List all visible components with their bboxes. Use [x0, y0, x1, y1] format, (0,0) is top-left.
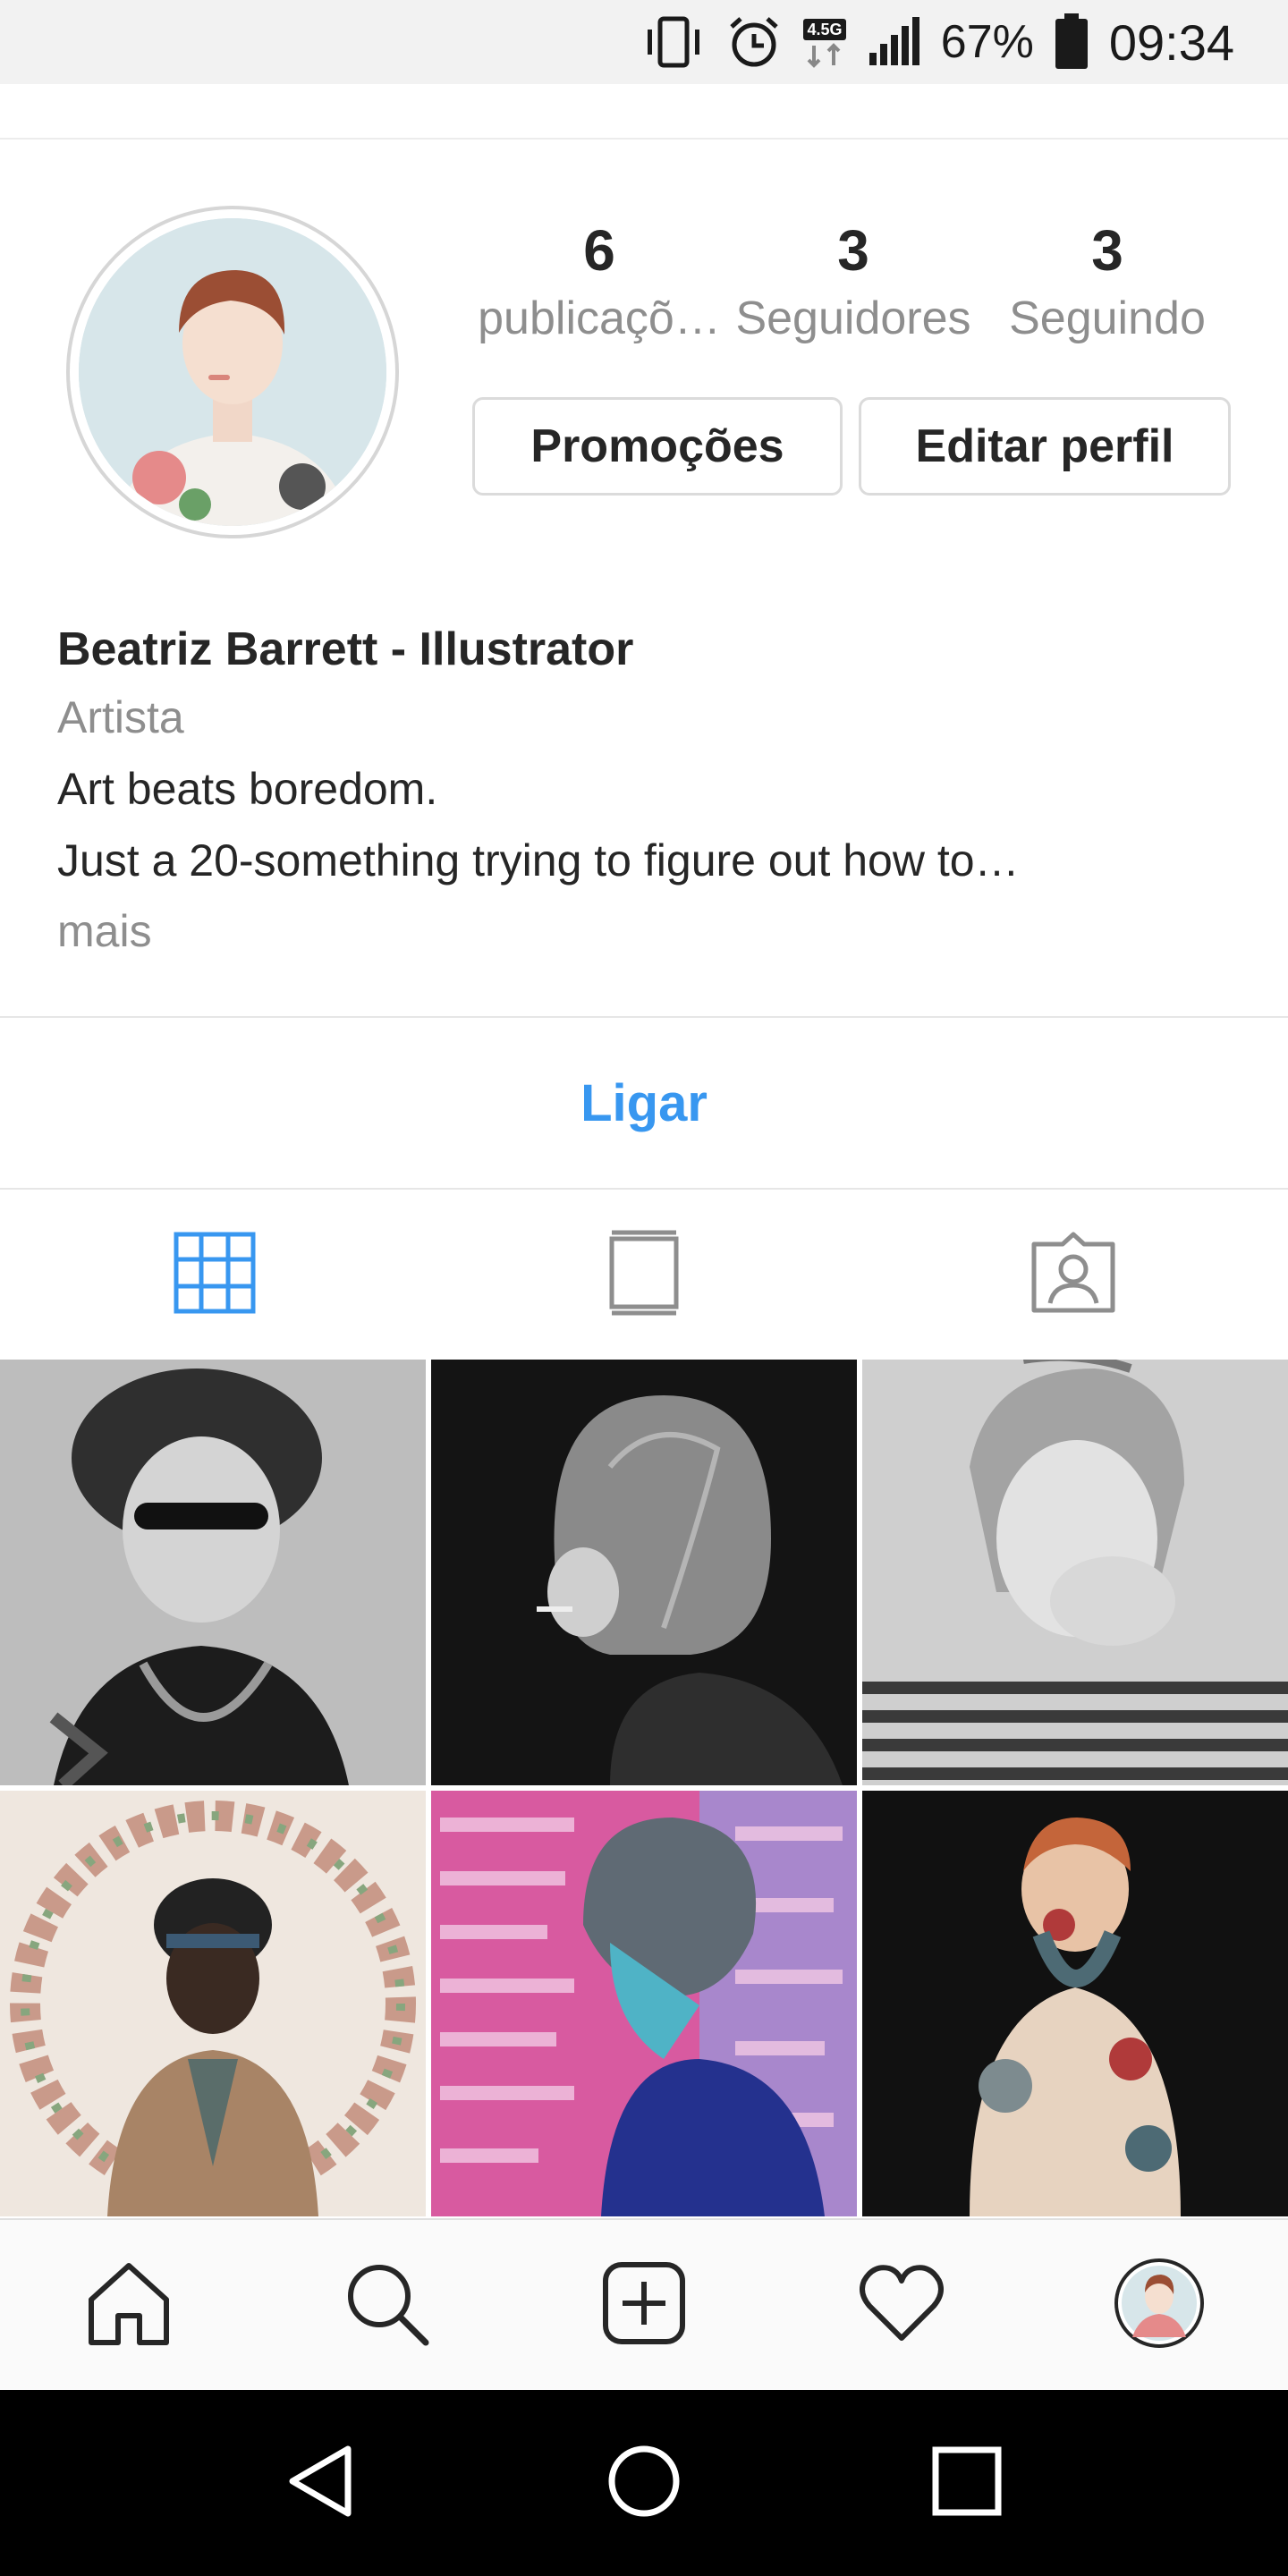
tab-grid[interactable]	[0, 1190, 429, 1360]
tab-tagged[interactable]	[859, 1190, 1288, 1360]
profile-name: Beatriz Barrett - Illustrator	[57, 623, 634, 675]
nav-search[interactable]	[333, 2251, 440, 2359]
profile-stats: 6 publicaçõ… 3 Seguidores 3 Seguindo	[472, 215, 1234, 351]
call-button[interactable]: Ligar	[580, 1073, 708, 1133]
post-thumbnail[interactable]	[0, 1791, 426, 2216]
nav-profile[interactable]	[1106, 2251, 1213, 2359]
top-action-bar	[0, 84, 1288, 140]
stat-following[interactable]: 3 Seguindo	[980, 215, 1234, 351]
profile-avatar-icon	[1113, 2257, 1206, 2354]
activity-heart-icon	[859, 2263, 945, 2348]
nav-activity[interactable]	[848, 2251, 955, 2359]
tagged-icon	[1030, 1232, 1116, 1318]
back-icon[interactable]	[285, 2444, 357, 2523]
signal-icon	[868, 15, 921, 69]
post-image	[862, 1360, 1288, 1785]
tab-feed[interactable]	[429, 1190, 859, 1360]
bottom-navigation	[0, 2218, 1288, 2390]
post-thumbnail[interactable]	[0, 1360, 426, 1785]
battery-percent: 67%	[940, 16, 1034, 68]
network-4-5g-icon: 4.5G	[801, 15, 848, 69]
edit-profile-button[interactable]: Editar perfil	[859, 397, 1231, 496]
nav-new-post[interactable]	[590, 2251, 698, 2359]
profile-category: Artista	[57, 692, 184, 742]
nav-home[interactable]	[75, 2251, 182, 2359]
feed-icon	[608, 1230, 680, 1320]
search-icon	[343, 2260, 429, 2351]
stat-posts[interactable]: 6 publicaçõ…	[472, 215, 726, 351]
following-count: 3	[1091, 218, 1123, 283]
post-image	[0, 1791, 426, 2216]
promotions-button[interactable]: Promoções	[472, 397, 843, 496]
system-navigation-bar	[0, 2390, 1288, 2576]
vibrate-icon	[640, 15, 707, 69]
contact-row: Ligar	[0, 1016, 1288, 1190]
profile-avatar[interactable]	[66, 206, 399, 538]
clock: 09:34	[1108, 13, 1234, 71]
new-post-icon	[601, 2260, 687, 2351]
profile-tabs	[0, 1190, 1288, 1360]
posts-label: publicaçõ…	[478, 292, 721, 344]
home-icon	[86, 2260, 172, 2351]
avatar-illustration	[79, 218, 386, 526]
post-image	[862, 1791, 1288, 2216]
stat-followers[interactable]: 3 Seguidores	[726, 215, 980, 351]
bio-line: Art beats boredom.	[57, 764, 438, 814]
svg-text:4.5G: 4.5G	[807, 21, 842, 38]
post-image	[431, 1791, 857, 2216]
bio-line: Just a 20-something trying to figure out…	[57, 835, 1020, 886]
following-label: Seguindo	[1009, 292, 1206, 344]
recents-icon[interactable]	[931, 2445, 1003, 2521]
post-thumbnail[interactable]	[431, 1360, 857, 1785]
battery-icon	[1054, 13, 1089, 69]
bio-more-link[interactable]: mais	[57, 896, 1238, 966]
grid-icon	[174, 1232, 256, 1318]
home-circle-icon[interactable]	[606, 2444, 682, 2523]
posts-grid	[0, 1360, 1288, 2218]
post-image	[0, 1360, 426, 1785]
alarm-icon	[726, 15, 782, 69]
post-thumbnail[interactable]	[862, 1360, 1288, 1785]
followers-count: 3	[837, 218, 869, 283]
followers-label: Seguidores	[735, 292, 971, 344]
post-thumbnail[interactable]	[431, 1791, 857, 2216]
post-thumbnail[interactable]	[862, 1791, 1288, 2216]
profile-bio: Beatriz Barrett - Illustrator Artista Ar…	[57, 617, 1238, 966]
posts-count: 6	[583, 218, 615, 283]
status-bar: 4.5G 67% 09:34	[0, 0, 1288, 84]
post-image	[431, 1360, 857, 1785]
